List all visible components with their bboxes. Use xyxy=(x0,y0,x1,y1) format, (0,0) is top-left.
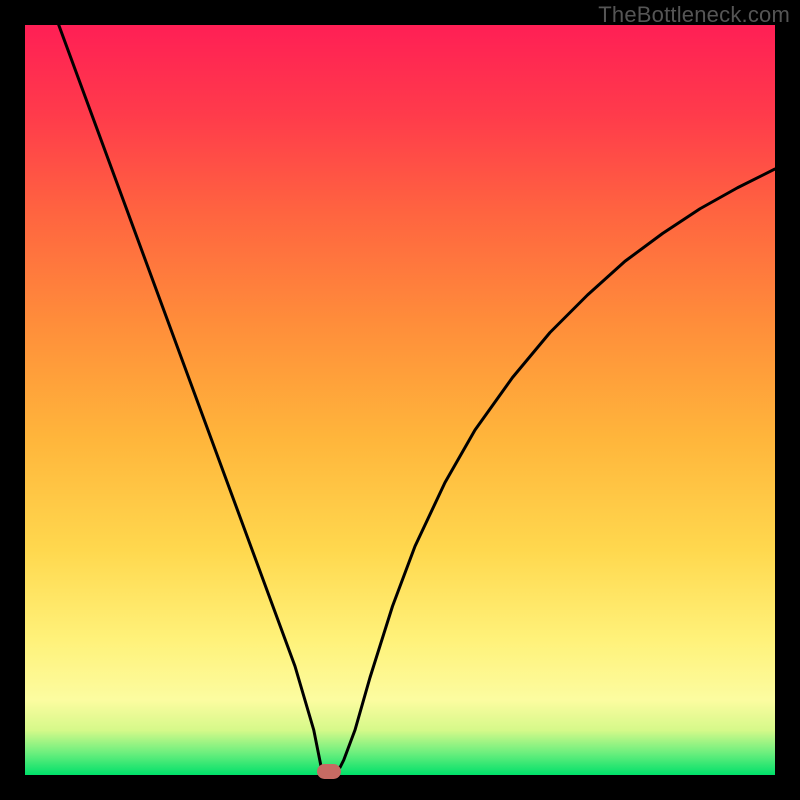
chart-svg xyxy=(25,25,775,775)
watermark-text: TheBottleneck.com xyxy=(598,2,790,28)
chart-background xyxy=(25,25,775,775)
chart-frame xyxy=(25,25,775,775)
optimal-point-marker xyxy=(317,764,341,779)
